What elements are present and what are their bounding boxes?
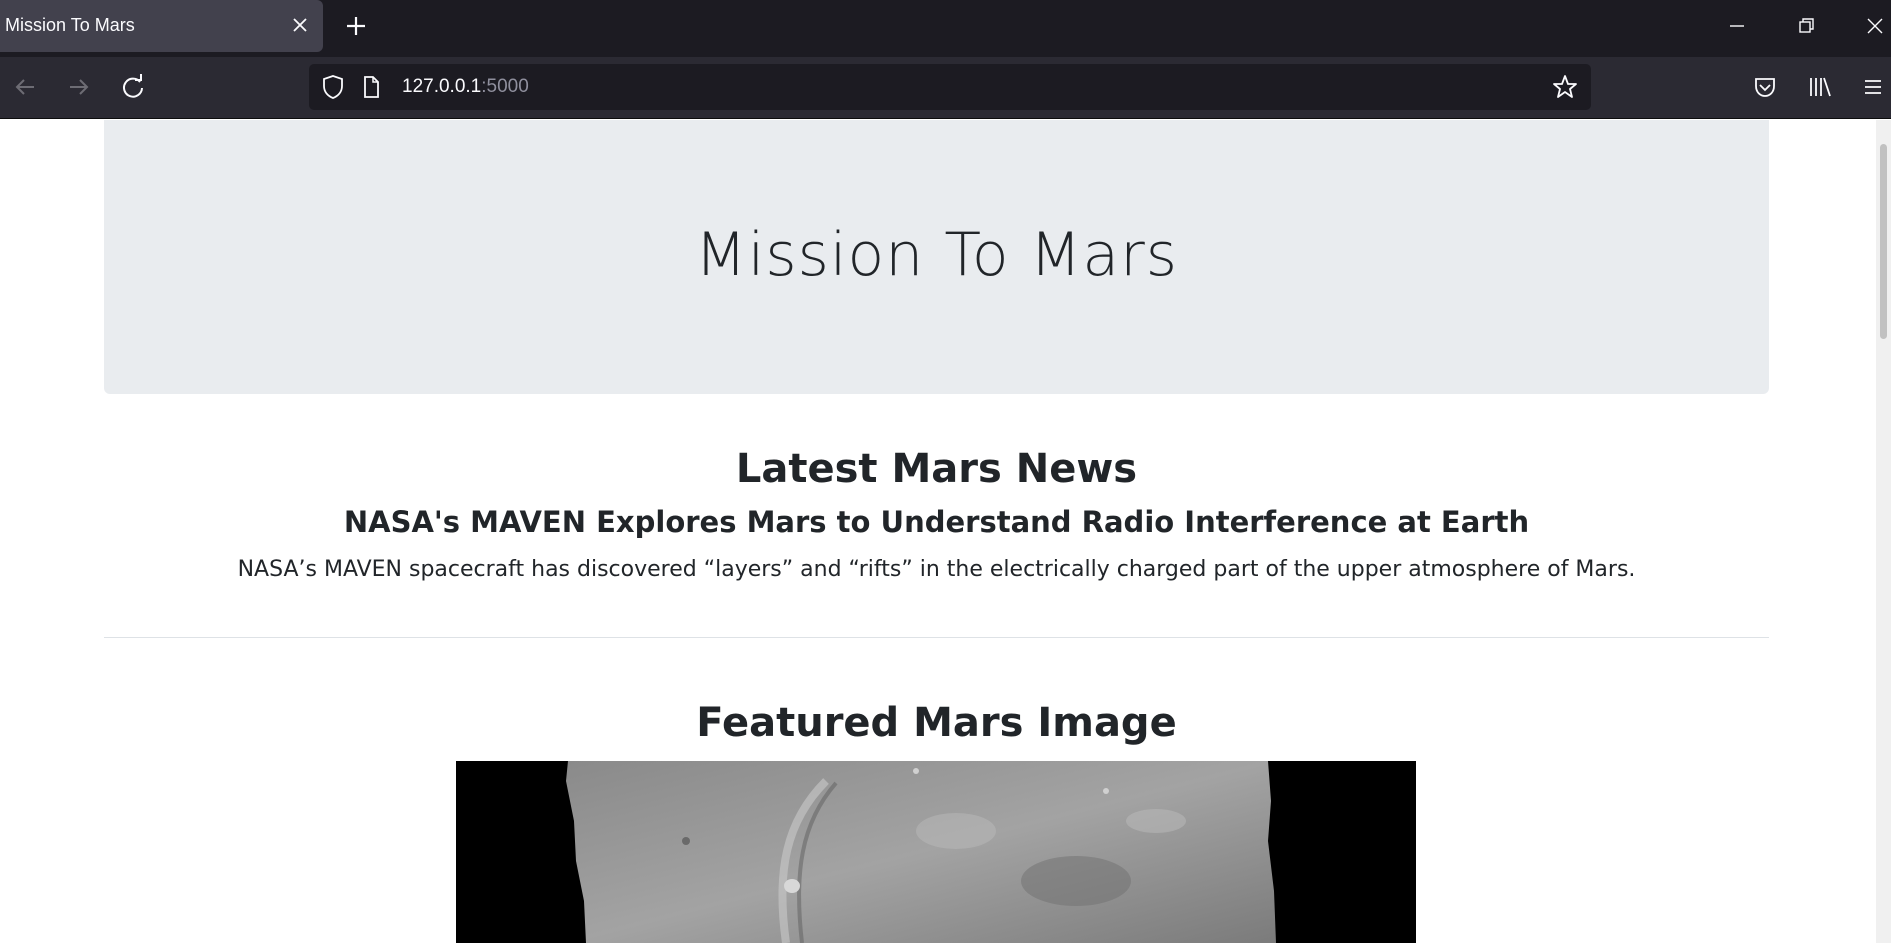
restore-icon[interactable] [1792,12,1820,40]
close-icon[interactable] [289,14,311,36]
url-port: :5000 [481,76,529,97]
page-viewport: Mission To Mars Latest Mars News NASA's … [0,120,1876,943]
window-close-icon[interactable] [1861,12,1889,40]
library-icon[interactable] [1804,72,1834,102]
plus-icon[interactable] [342,12,370,40]
featured-mars-image [456,761,1416,943]
tab-active[interactable]: Mission To Mars [0,0,323,52]
url-bar[interactable]: 127.0.0.1:5000 [309,64,1591,110]
menu-icon[interactable] [1858,72,1888,102]
navigation-toolbar: 127.0.0.1:5000 [0,57,1891,119]
news-title: NASA's MAVEN Explores Mars to Understand… [343,505,1530,539]
featured-image-heading: Featured Mars Image [696,700,1177,746]
shield-icon[interactable] [318,72,348,102]
url-text[interactable]: 127.0.0.1:5000 [402,76,529,98]
news-paragraph: NASA’s MAVEN spacecraft has discovered “… [237,557,1636,582]
minimize-icon[interactable] [1723,12,1751,40]
pocket-icon[interactable] [1750,72,1780,102]
back-arrow-icon[interactable] [10,72,40,102]
jumbotron: Mission To Mars [104,120,1769,394]
scrollbar-thumb[interactable] [1880,144,1887,339]
news-heading: Latest Mars News [735,446,1138,492]
section-divider [104,637,1769,638]
tab-bar: Mission To Mars [0,0,1891,57]
page-icon [356,72,386,102]
star-icon[interactable] [1550,72,1580,102]
page-scrollbar[interactable] [1876,120,1891,943]
url-host: 127.0.0.1 [402,76,482,97]
tab-title: Mission To Mars [5,15,135,35]
forward-arrow-icon[interactable] [64,72,94,102]
reload-icon[interactable] [118,72,148,102]
page-title: Mission To Mars [694,220,1179,290]
